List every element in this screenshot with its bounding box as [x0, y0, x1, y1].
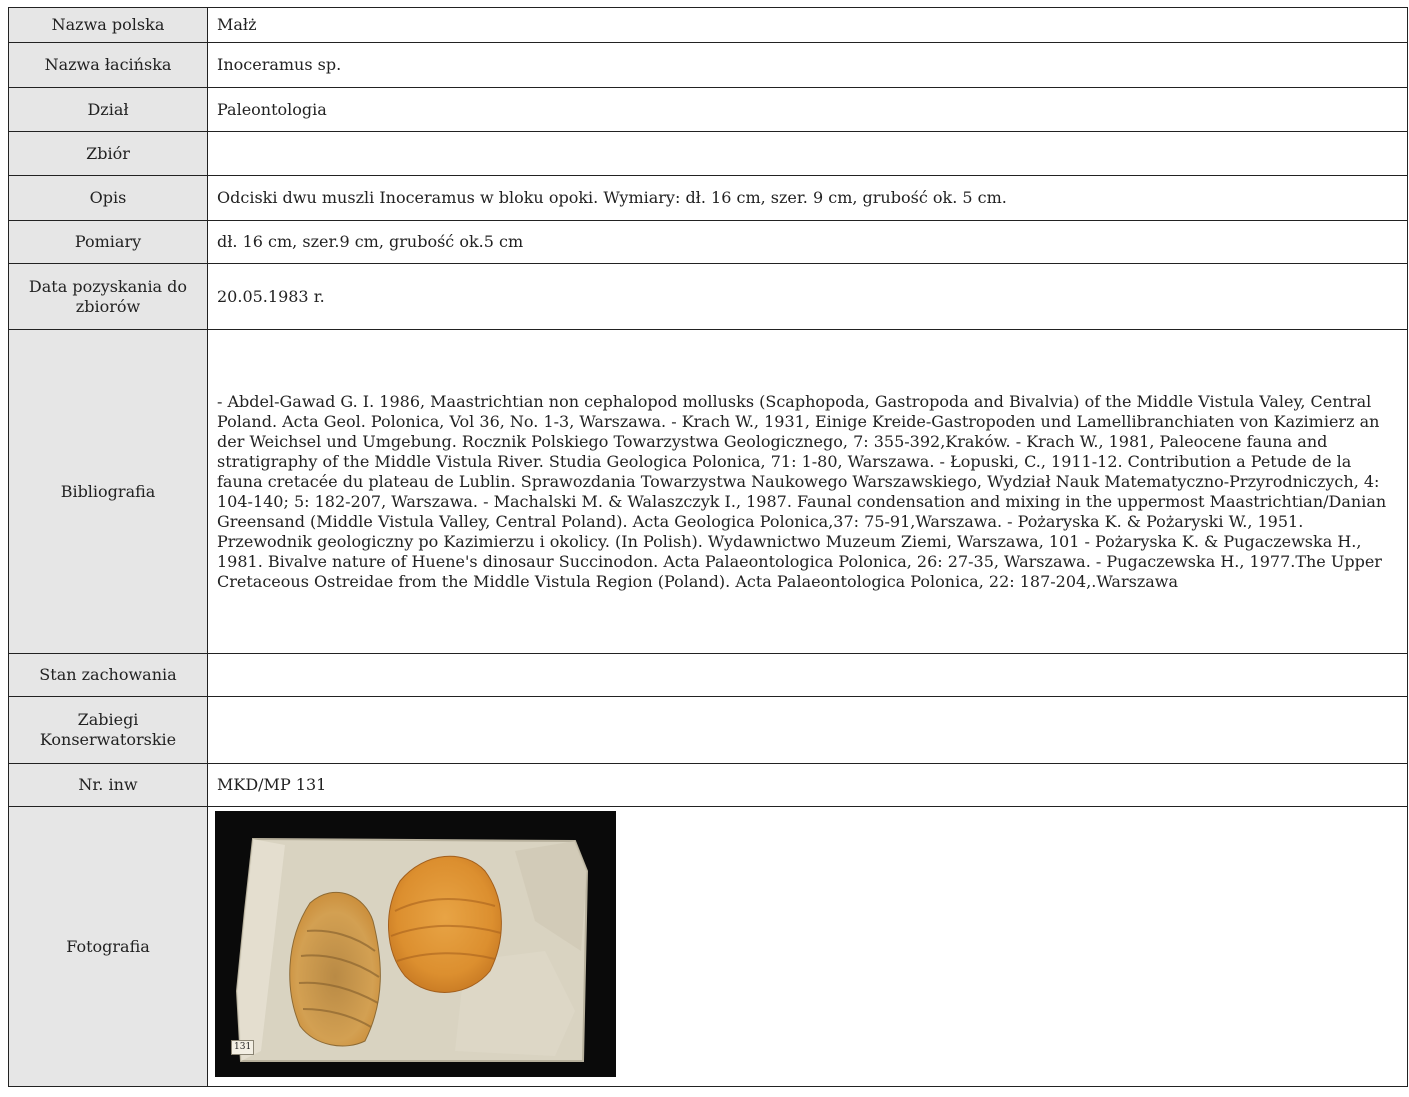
value-nr-inw: MKD/MP 131	[207, 763, 1408, 807]
specimen-photo[interactable]: 131	[215, 811, 616, 1077]
row-zbior: Zbiór	[8, 131, 1408, 176]
label-nr-inw: Nr. inw	[8, 763, 208, 807]
value-fotografia: 131	[207, 806, 1408, 1087]
fossil-shells-image	[215, 811, 616, 1077]
label-zbior: Zbiór	[8, 131, 208, 176]
row-nr-inw: Nr. inw MKD/MP 131	[8, 763, 1408, 807]
label-nazwa-polska: Nazwa polska	[8, 7, 208, 43]
label-fotografia: Fotografia	[8, 806, 208, 1087]
value-bibliografia: - Abdel-Gawad G. I. 1986, Maastrichtian …	[207, 329, 1408, 654]
label-pomiary: Pomiary	[8, 220, 208, 264]
label-zabiegi-konserwatorskie: Zabiegi Konserwatorskie	[8, 696, 208, 764]
specimen-tag: 131	[231, 1040, 255, 1055]
row-nazwa-lacinska: Nazwa łacińska Inoceramus sp.	[8, 42, 1408, 88]
value-pomiary: dł. 16 cm, szer.9 cm, grubość ok.5 cm	[207, 220, 1408, 264]
value-dzial: Paleontologia	[207, 87, 1408, 132]
value-zbior	[207, 131, 1408, 176]
label-opis: Opis	[8, 175, 208, 221]
specimen-record-table: Nazwa polska Małż Nazwa łacińska Inocera…	[8, 7, 1408, 1087]
label-bibliografia: Bibliografia	[8, 329, 208, 654]
value-nazwa-polska: Małż	[207, 7, 1408, 43]
row-stan-zachowania: Stan zachowania	[8, 653, 1408, 697]
row-dzial: Dział Paleontologia	[8, 87, 1408, 132]
row-nazwa-polska: Nazwa polska Małż	[8, 7, 1408, 43]
value-data-pozyskania: 20.05.1983 r.	[207, 263, 1408, 330]
row-fotografia: Fotografia 131	[8, 806, 1408, 1087]
label-data-pozyskania: Data pozyskania do zbiorów	[8, 263, 208, 330]
row-zabiegi-konserwatorskie: Zabiegi Konserwatorskie	[8, 696, 1408, 764]
label-stan-zachowania: Stan zachowania	[8, 653, 208, 697]
value-nazwa-lacinska: Inoceramus sp.	[207, 42, 1408, 88]
value-zabiegi-konserwatorskie	[207, 696, 1408, 764]
value-stan-zachowania	[207, 653, 1408, 697]
row-bibliografia: Bibliografia - Abdel-Gawad G. I. 1986, M…	[8, 329, 1408, 654]
row-pomiary: Pomiary dł. 16 cm, szer.9 cm, grubość ok…	[8, 220, 1408, 264]
value-opis: Odciski dwu muszli Inoceramus w bloku op…	[207, 175, 1408, 221]
row-opis: Opis Odciski dwu muszli Inoceramus w blo…	[8, 175, 1408, 221]
row-data-pozyskania: Data pozyskania do zbiorów 20.05.1983 r.	[8, 263, 1408, 330]
label-nazwa-lacinska: Nazwa łacińska	[8, 42, 208, 88]
label-dzial: Dział	[8, 87, 208, 132]
